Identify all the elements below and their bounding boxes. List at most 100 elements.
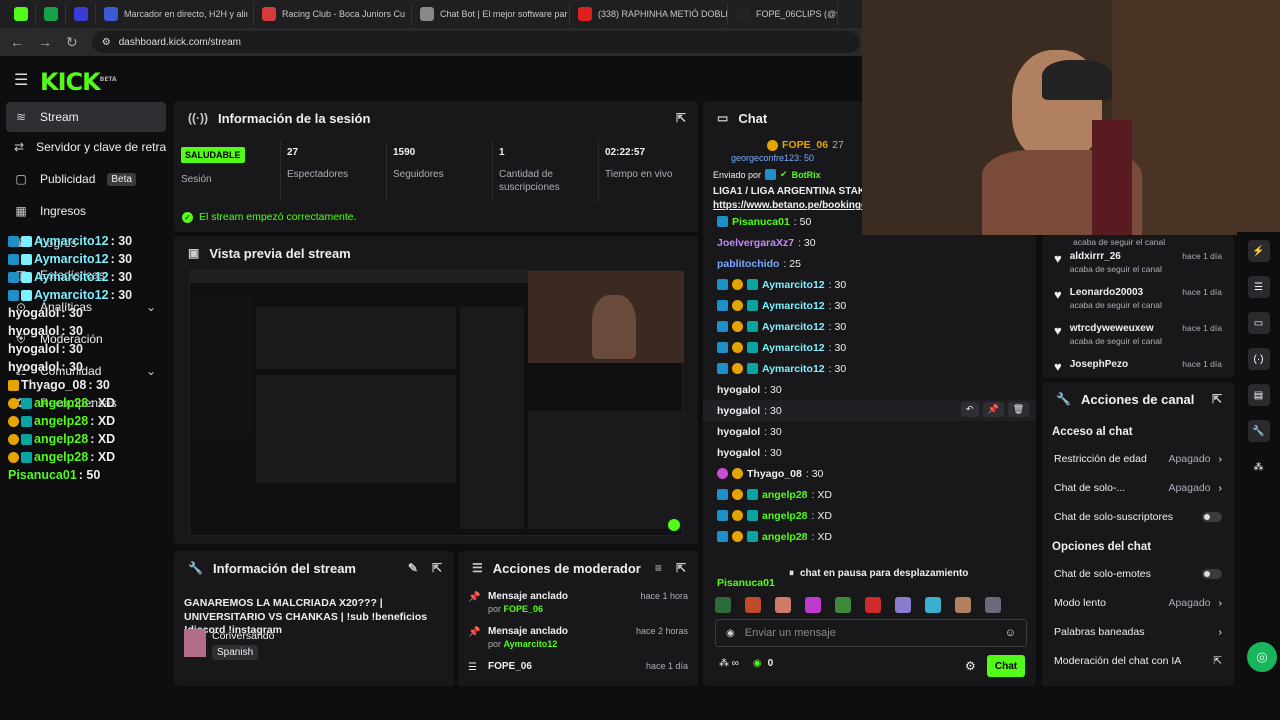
- channel-setting-row[interactable]: Chat de solo-emotes: [1042, 559, 1234, 588]
- browser-tab[interactable]: FOPE_06CLIPS (@fope06×: [728, 3, 838, 25]
- mod-action-row[interactable]: 📌 Mensaje anclado por FOPE_06 hace 1 hora: [458, 585, 698, 620]
- chat-input[interactable]: ◉ Enviar un mensaje ☺: [715, 619, 1027, 647]
- mod-action-row[interactable]: 📌 Mensaje anclado por Aymarcito12 hace 2 ho…: [458, 620, 698, 655]
- favicon-icon: [104, 7, 118, 21]
- emote-icon[interactable]: [745, 597, 761, 613]
- popout-icon[interactable]: ⇱: [676, 561, 686, 575]
- pin-icon[interactable]: 📌: [982, 402, 1004, 417]
- browser-tab[interactable]: [6, 3, 36, 25]
- chat-message[interactable]: JoelvergaraXz7: 30: [703, 232, 1036, 253]
- chat-icon[interactable]: ▭: [1247, 312, 1270, 334]
- follower-row[interactable]: ♥ Leonardo20003 acaba de seguir el canal ha…: [1042, 283, 1234, 319]
- channel-setting-row[interactable]: Moderación del chat con IA ⇱: [1042, 646, 1234, 675]
- mod-action-row[interactable]: ☰ FOPE_06 hace 1 día: [458, 655, 698, 686]
- broadcast-icon[interactable]: (·): [1247, 348, 1270, 370]
- channel-setting-row[interactable]: Modo lento Apagado ›: [1042, 588, 1234, 617]
- list-icon[interactable]: ☰: [1247, 276, 1270, 298]
- chat-message[interactable]: Thyago_08: 30: [703, 463, 1036, 484]
- popout-icon[interactable]: ⇱: [432, 561, 442, 575]
- menu-icon[interactable]: ☰: [14, 70, 28, 90]
- chat-message[interactable]: hyogalol: 30: [703, 379, 1036, 400]
- emote-icon[interactable]: [715, 597, 731, 613]
- emote-icon[interactable]: [925, 597, 941, 613]
- chat-message[interactable]: Aymarcito12: 30: [703, 358, 1036, 379]
- chat-message[interactable]: angelp28: XD: [703, 484, 1036, 505]
- follower-row[interactable]: ♥ wtrcdyweweuxew acaba de seguir el canal h…: [1042, 319, 1234, 355]
- sidebar-item-servidor[interactable]: ⇄Servidor y clave de retransmisión: [6, 132, 166, 162]
- trash-icon[interactable]: 🗑: [1007, 402, 1030, 417]
- bolt-icon[interactable]: ⚡: [1247, 240, 1270, 262]
- url-field[interactable]: ⚙ dashboard.kick.com/stream: [91, 31, 860, 53]
- chat-badge-icon: [21, 235, 32, 247]
- browser-tab[interactable]: Chat Bot | El mejor software par×: [412, 3, 570, 25]
- emote-icon[interactable]: [895, 597, 911, 613]
- chat-options-heading: Opciones del chat: [1052, 541, 1152, 553]
- reload-icon[interactable]: ↻: [66, 34, 78, 51]
- chat-message[interactable]: Aymarcito12: 30: [703, 316, 1036, 337]
- reply-icon[interactable]: ↶: [961, 402, 979, 417]
- channel-setting-row[interactable]: Chat de solo-suscriptores: [1042, 502, 1234, 531]
- chat-message[interactable]: hyogalol: 30: [703, 421, 1036, 442]
- chat-badge-icon: [717, 510, 728, 521]
- channel-setting-row[interactable]: Restricción de edad Apagado ›: [1042, 444, 1234, 473]
- channel-setting-row[interactable]: Palabras baneadas ›: [1042, 617, 1234, 646]
- pin-icon: ☰: [468, 662, 477, 673]
- forward-icon[interactable]: →: [38, 34, 52, 50]
- kick-logo[interactable]: KICKBETA: [40, 68, 117, 96]
- chat-message[interactable]: angelp28: XD: [703, 526, 1036, 547]
- chat-message[interactable]: Aymarcito12: 30: [703, 274, 1036, 295]
- edit-icon[interactable]: ✎: [408, 561, 418, 575]
- sidebar-item-ingresos[interactable]: ▦ Ingresos: [6, 196, 166, 226]
- site-info-icon[interactable]: ⚙: [102, 37, 111, 48]
- users-icon[interactable]: ⁂: [1248, 456, 1270, 478]
- preview-icon: ▣: [188, 246, 200, 260]
- chat-message[interactable]: angelp28: XD: [703, 505, 1036, 526]
- layout-icon[interactable]: ▤: [1247, 384, 1270, 406]
- session-stat: 27 Espectadores: [280, 141, 386, 201]
- users-icon[interactable]: ⁂ ∞: [719, 658, 739, 669]
- browser-tab[interactable]: [66, 3, 96, 25]
- crown-icon: [8, 379, 19, 391]
- browser-tab[interactable]: [36, 3, 66, 25]
- points-icon[interactable]: ◉: [753, 658, 762, 669]
- chat-send-button[interactable]: Chat: [987, 655, 1025, 677]
- browser-tab[interactable]: Marcador en directo, H2H y aliı×: [96, 3, 254, 25]
- chat-message[interactable]: pablitochido: 25: [703, 253, 1036, 274]
- chat-message[interactable]: Aymarcito12: 30: [703, 337, 1036, 358]
- back-icon[interactable]: ←: [10, 34, 24, 50]
- emote-icon[interactable]: [955, 597, 971, 613]
- chat-partial-line: Pisanuca01: [717, 577, 775, 589]
- toggle-switch[interactable]: [1202, 511, 1222, 522]
- emoji-icon[interactable]: ☺: [1005, 627, 1016, 639]
- help-button[interactable]: ◎: [1247, 642, 1277, 672]
- popout-icon[interactable]: ⇱: [676, 111, 686, 125]
- overlay-chat-line: angelp28: XD: [8, 394, 178, 412]
- favicon-icon: [736, 7, 750, 21]
- emote-icon[interactable]: [775, 597, 791, 613]
- pinned-message[interactable]: Enviado por ✔ BotRix LIGA1 / LIGA ARGENTIN…: [707, 163, 877, 213]
- browser-tab[interactable]: Racing Club - Boca Juniors Cu×: [254, 3, 412, 25]
- emote-icon[interactable]: [865, 597, 881, 613]
- follower-row[interactable]: ♥ aldxirrr_26 acaba de seguir el canal hace…: [1042, 247, 1234, 283]
- emote-icon[interactable]: [805, 597, 821, 613]
- emote-icon[interactable]: [985, 597, 1001, 613]
- popout-icon[interactable]: ⇱: [1212, 392, 1222, 406]
- chat-paused-banner[interactable]: ⏸ chat en pausa para desplazamiento: [783, 565, 975, 581]
- chat-settings-icon[interactable]: ⚙: [965, 659, 976, 673]
- stream-preview-video[interactable]: [189, 270, 684, 536]
- chat-icon: ▭: [717, 111, 729, 125]
- sidebar-item-publicidad[interactable]: ▢ Publicidad Beta: [6, 164, 166, 194]
- category-thumbnail: [184, 629, 206, 657]
- chat-badge-icon: [21, 451, 32, 463]
- browser-tab[interactable]: (338) RAPHINHA METIÓ DOBLE×: [570, 3, 728, 25]
- sidebar-item-stream[interactable]: ≋ Stream: [6, 102, 166, 132]
- channel-setting-row[interactable]: Chat de solo-... Apagado ›: [1042, 473, 1234, 502]
- mod-actions-panel: ☰ Acciones de moderador ≡ ⇱ 📌 Mensaje anclad…: [458, 551, 698, 686]
- wrench-icon[interactable]: 🔧: [1247, 420, 1270, 442]
- toggle-switch[interactable]: [1202, 568, 1222, 579]
- follower-row[interactable]: ♥ JosephPezo hace 1 día: [1042, 355, 1234, 378]
- filter-icon[interactable]: ≡: [655, 561, 662, 575]
- emote-icon[interactable]: [835, 597, 851, 613]
- chat-message[interactable]: hyogalol: 30: [703, 442, 1036, 463]
- chat-message[interactable]: Aymarcito12: 30: [703, 295, 1036, 316]
